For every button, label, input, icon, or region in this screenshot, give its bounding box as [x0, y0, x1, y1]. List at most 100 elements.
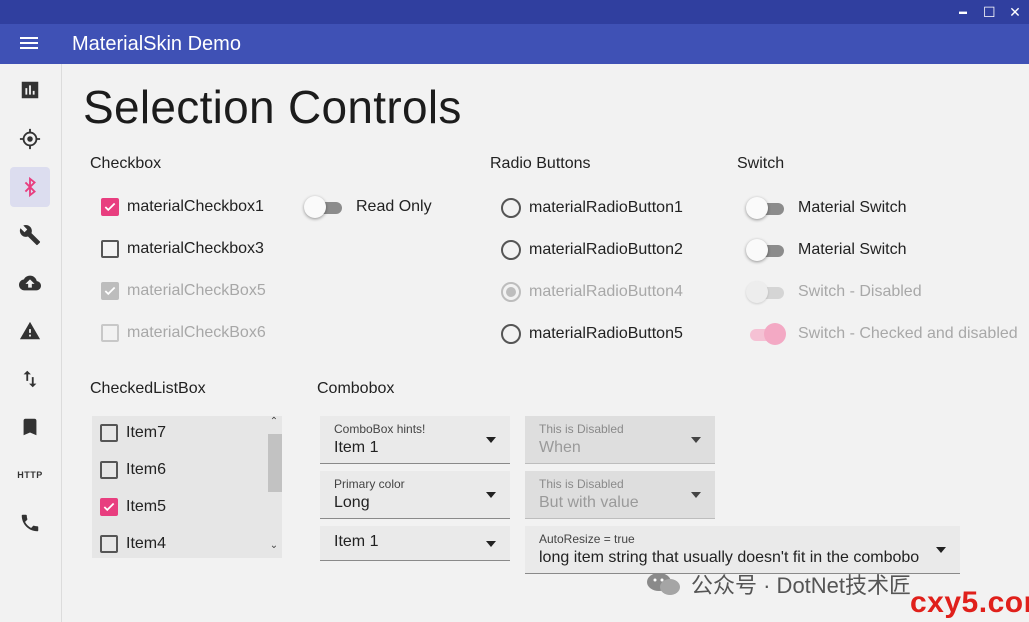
chart-icon [21, 81, 39, 99]
combobox-primary-color[interactable]: Primary color Long [320, 471, 510, 519]
bluetooth-icon [24, 176, 36, 198]
http-icon: HTTP [17, 470, 43, 480]
radio-label: materialRadioButton2 [529, 241, 683, 258]
page-title: Selection Controls [83, 81, 462, 133]
list-scrollbar[interactable]: ⌃ ⌄ [266, 416, 282, 558]
switch-toggle [304, 196, 344, 218]
switch-toggle [746, 323, 786, 345]
dropdown-arrow-icon [691, 492, 701, 498]
sidebar-item-swap[interactable] [10, 359, 50, 399]
list-item[interactable]: Item5 [100, 498, 166, 516]
combobox-hints[interactable]: ComboBox hints! Item 1 [320, 416, 510, 464]
list-item-label: Item6 [126, 461, 167, 478]
minimize-icon[interactable]: ▬ [957, 4, 969, 20]
combobox-value: long item string that usually doesn't fi… [539, 549, 920, 566]
switch-toggle [746, 281, 786, 303]
dropdown-arrow-icon [486, 437, 496, 443]
dropdown-arrow-icon [486, 541, 496, 547]
radio-material5[interactable]: materialRadioButton5 [501, 324, 683, 344]
switch-disabled: Switch - Disabled [746, 281, 922, 303]
phone-icon [21, 514, 39, 532]
watermark-text: 公众号 · DotNet技术匠 [691, 573, 912, 598]
close-icon[interactable]: ✕ [1009, 4, 1021, 20]
combobox-section-label: Combobox [317, 380, 395, 397]
checked-list-box[interactable]: Item7 Item6 Item5 Item4 [92, 416, 282, 558]
switch-checked-disabled: Switch - Checked and disabled [746, 323, 1018, 345]
cloud-upload-icon [19, 275, 41, 291]
combobox-plain[interactable]: Item 1 [320, 526, 510, 561]
sidebar-item-gps[interactable] [10, 119, 50, 159]
checkbox-material6: materialCheckBox6 [101, 324, 266, 342]
checkbox-checked-icon [100, 498, 118, 516]
app-title: MaterialSkin Demo [72, 33, 241, 55]
sidebar-item-warning[interactable] [10, 311, 50, 351]
combobox-hint: This is Disabled [539, 422, 624, 436]
sidebar-item-bookmark[interactable] [10, 407, 50, 447]
app-bar: MaterialSkin Demo [0, 24, 1029, 64]
combobox-value: Long [334, 494, 370, 511]
warning-icon [19, 321, 41, 340]
combobox-value: When [539, 439, 581, 456]
scroll-up-icon[interactable]: ⌃ [266, 416, 282, 427]
material-switch-1[interactable]: Material Switch [746, 197, 906, 219]
radio-unchecked-icon [501, 198, 521, 218]
scroll-down-icon[interactable]: ⌄ [266, 540, 282, 551]
dropdown-arrow-icon [691, 437, 701, 443]
scrollbar-thumb[interactable] [268, 434, 282, 492]
switch-label: Material Switch [798, 241, 907, 258]
list-item[interactable]: Item4 [100, 535, 166, 553]
checkbox-material5: materialCheckBox5 [101, 282, 266, 300]
hamburger-menu-icon[interactable] [14, 34, 44, 54]
list-item-label: Item7 [126, 424, 167, 441]
list-item[interactable]: Item6 [100, 461, 166, 479]
window-title-bar: ▬ ☐ ✕ [0, 0, 1029, 24]
window-controls: ▬ ☐ ✕ [957, 4, 1021, 20]
checkbox-section-label: Checkbox [90, 155, 162, 172]
sidebar-item-http[interactable]: HTTP [10, 455, 50, 495]
list-item-label: Item4 [126, 535, 167, 552]
sidebar-item-cloud-upload[interactable] [10, 263, 50, 303]
checkbox-material3[interactable]: materialCheckbox3 [101, 240, 264, 258]
sidebar-item-bluetooth[interactable] [10, 167, 50, 207]
checkbox-label: materialCheckbox1 [127, 198, 264, 215]
combobox-disabled-2: This is Disabled But with value [525, 471, 715, 519]
radio-label: materialRadioButton1 [529, 199, 683, 216]
checkbox-unchecked-icon [101, 240, 119, 258]
readonly-switch[interactable]: Read Only [304, 196, 432, 218]
sidebar-item-phone[interactable] [10, 503, 50, 543]
radio-unchecked-icon [501, 240, 521, 260]
sidebar-item-wrench[interactable] [10, 215, 50, 255]
checkbox-unchecked-icon [100, 424, 118, 442]
combobox-disabled-1: This is Disabled When [525, 416, 715, 464]
sidebar-item-chart[interactable] [10, 70, 50, 110]
checkbox-unchecked-icon [100, 535, 118, 553]
switch-label: Switch - Checked and disabled [798, 325, 1018, 342]
radio-checked-icon [501, 282, 521, 302]
watermark: 公众号 · DotNet技术匠 [645, 568, 911, 600]
checkbox-checked-icon [101, 198, 119, 216]
sidebar: HTTP [0, 64, 62, 622]
radio-material1[interactable]: materialRadioButton1 [501, 198, 683, 218]
checkedlistbox-section-label: CheckedListBox [90, 380, 206, 397]
combobox-hint: Primary color [334, 477, 405, 491]
maximize-icon[interactable]: ☐ [983, 4, 996, 20]
radio-material2[interactable]: materialRadioButton2 [501, 240, 683, 260]
radio-section-label: Radio Buttons [490, 155, 591, 172]
checkbox-unchecked-icon [101, 324, 119, 342]
radio-material4: materialRadioButton4 [501, 282, 683, 302]
combobox-autoresize[interactable]: AutoResize = true long item string that … [525, 526, 960, 574]
radio-label: materialRadioButton5 [529, 325, 683, 342]
main-content: Selection Controls Checkbox Radio Button… [62, 64, 1029, 622]
list-item-label: Item5 [126, 498, 167, 515]
switch-toggle [746, 239, 786, 261]
gps-icon [19, 128, 41, 150]
checkbox-material1[interactable]: materialCheckbox1 [101, 198, 264, 216]
combobox-hint: AutoResize = true [539, 532, 635, 546]
combobox-value: Item 1 [334, 439, 379, 456]
combobox-value: But with value [539, 494, 639, 511]
dropdown-arrow-icon [936, 547, 946, 553]
switch-label: Material Switch [798, 199, 907, 216]
material-switch-2[interactable]: Material Switch [746, 239, 906, 261]
list-item[interactable]: Item7 [100, 424, 166, 442]
switch-label: Read Only [356, 198, 432, 215]
